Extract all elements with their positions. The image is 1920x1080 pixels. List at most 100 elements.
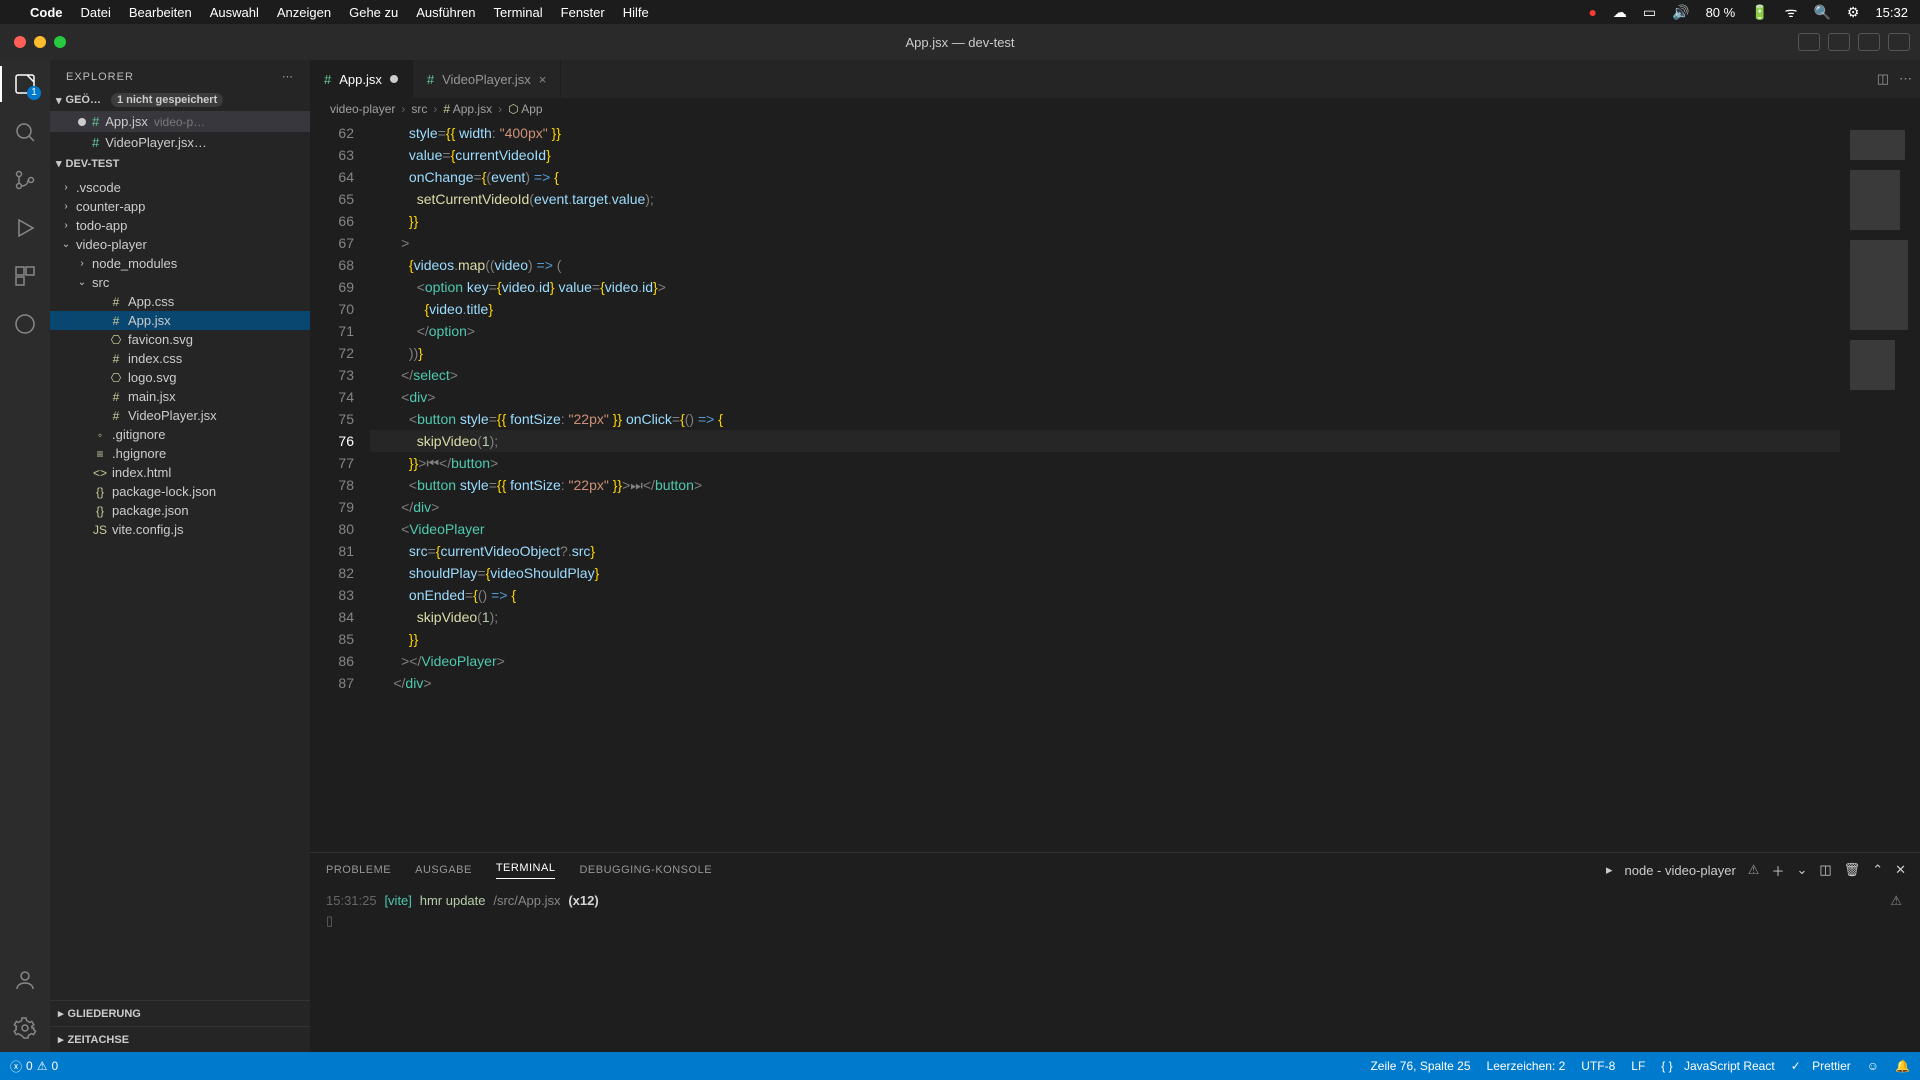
battery-icon[interactable]: 🔋 [1751, 4, 1768, 21]
menu-terminal[interactable]: Terminal [494, 5, 543, 20]
menu-gehezu[interactable]: Gehe zu [349, 5, 398, 20]
braces-icon: { } [1661, 1059, 1672, 1073]
kill-terminal-icon[interactable]: 🗑 [1844, 862, 1861, 878]
status-cursor[interactable]: Zeile 76, Spalte 25 [1370, 1059, 1470, 1073]
file-item[interactable]: #App.css [50, 292, 310, 311]
clock[interactable]: 15:32 [1875, 5, 1908, 20]
status-feedback-icon[interactable]: ☺ [1867, 1059, 1879, 1073]
open-editors-label: GEÖ… [66, 94, 101, 106]
cloud-icon[interactable]: ☁ [1613, 4, 1627, 21]
spotlight-icon[interactable]: 🔍 [1813, 4, 1830, 21]
terminal-body[interactable]: 15:31:25 [vite] hmr update /src/App.jsx … [310, 887, 1920, 1052]
status-eol[interactable]: LF [1631, 1059, 1645, 1073]
display-icon[interactable]: ▭ [1643, 4, 1656, 21]
activity-scm-icon[interactable] [11, 166, 39, 194]
folder-item[interactable]: ›counter-app [50, 197, 310, 216]
split-editor-icon[interactable]: ◫ [1877, 71, 1889, 87]
workspace-section[interactable]: ▾ DEV-TEST [50, 153, 310, 174]
folder-item[interactable]: ›node_modules [50, 254, 310, 273]
terminal-warning-icon[interactable]: ⚠ [1748, 862, 1760, 878]
outline-section[interactable]: ▸GLIEDERUNG [50, 1000, 310, 1026]
status-prettier[interactable]: ✓ Prettier [1791, 1059, 1851, 1073]
file-item[interactable]: ⎔logo.svg [50, 368, 310, 387]
breadcrumb-item[interactable]: # App.jsx [443, 102, 492, 116]
code-area[interactable]: style={{ width: "400px" }} value={curren… [370, 120, 1840, 852]
app-menu[interactable]: Code [30, 5, 63, 20]
wifi-icon[interactable]: ᯤ [1785, 3, 1798, 22]
file-item[interactable]: <>index.html [50, 463, 310, 482]
close-window-button[interactable] [14, 36, 26, 48]
status-errors[interactable]: ⓧ0⚠0 [10, 1058, 58, 1075]
layout-panel-icon[interactable] [1828, 33, 1850, 51]
file-item[interactable]: JSvite.config.js [50, 520, 310, 539]
file-item[interactable]: {}package.json [50, 501, 310, 520]
menu-fenster[interactable]: Fenster [561, 5, 605, 20]
panel-tab[interactable]: DEBUGGING-KONSOLE [579, 864, 712, 876]
file-item[interactable]: {}package-lock.json [50, 482, 310, 501]
layout-sidebar-right-icon[interactable] [1858, 33, 1880, 51]
close-tab-icon[interactable]: × [539, 72, 547, 87]
timeline-section[interactable]: ▸ZEITACHSE [50, 1026, 310, 1052]
sidebar-more-icon[interactable]: ⋯ [282, 70, 294, 83]
breadcrumb-item[interactable]: src [411, 102, 427, 116]
folder-item[interactable]: ⌄src [50, 273, 310, 292]
folder-item[interactable]: ›todo-app [50, 216, 310, 235]
activity-settings-icon[interactable] [11, 1014, 39, 1042]
menu-auswahl[interactable]: Auswahl [210, 5, 259, 20]
activity-account-icon[interactable] [11, 966, 39, 994]
file-item[interactable]: ◦.gitignore [50, 425, 310, 444]
menu-ausfuehren[interactable]: Ausführen [416, 5, 475, 20]
layout-customize-icon[interactable] [1888, 33, 1910, 51]
status-encoding[interactable]: UTF-8 [1581, 1059, 1615, 1073]
editor[interactable]: 6263646566676869707172737475767778798081… [310, 120, 1920, 852]
terminal-dropdown-icon[interactable]: ⌄ [1796, 862, 1807, 878]
layout-sidebar-left-icon[interactable] [1798, 33, 1820, 51]
file-item[interactable]: #index.css [50, 349, 310, 368]
status-bell-icon[interactable]: 🔔 [1895, 1059, 1910, 1073]
activity-debug-icon[interactable] [11, 214, 39, 242]
file-item[interactable]: ⎔favicon.svg [50, 330, 310, 349]
editor-tab[interactable]: #VideoPlayer.jsx× [413, 60, 561, 98]
terminal-inline-warning-icon[interactable]: ⚠ [1890, 893, 1902, 909]
file-tree[interactable]: ›.vscode›counter-app›todo-app⌄video-play… [50, 174, 310, 1000]
terminal-process-icon[interactable]: ▸ [1606, 862, 1613, 878]
status-spaces[interactable]: Leerzeichen: 2 [1487, 1059, 1566, 1073]
split-terminal-icon[interactable]: ◫ [1819, 862, 1831, 878]
activity-explorer-icon[interactable]: 1 [11, 70, 39, 98]
editor-more-icon[interactable]: ⋯ [1899, 71, 1912, 87]
minimize-window-button[interactable] [34, 36, 46, 48]
status-language[interactable]: { } JavaScript React [1661, 1059, 1774, 1073]
file-item[interactable]: #main.jsx [50, 387, 310, 406]
folder-item[interactable]: ›.vscode [50, 178, 310, 197]
menu-bearbeiten[interactable]: Bearbeiten [129, 5, 192, 20]
activity-search-icon[interactable] [11, 118, 39, 146]
panel-tab[interactable]: AUSGABE [415, 864, 472, 876]
open-editor-item[interactable]: #VideoPlayer.jsx… [50, 132, 310, 153]
open-editor-item[interactable]: #App.jsxvideo-p… [50, 111, 310, 132]
activity-remote-icon[interactable] [11, 310, 39, 338]
close-panel-icon[interactable]: ✕ [1895, 862, 1906, 878]
activity-extensions-icon[interactable] [11, 262, 39, 290]
menu-hilfe[interactable]: Hilfe [623, 5, 649, 20]
maximize-window-button[interactable] [54, 36, 66, 48]
file-item[interactable]: #VideoPlayer.jsx [50, 406, 310, 425]
panel-tab[interactable]: TERMINAL [496, 862, 556, 879]
menu-anzeigen[interactable]: Anzeigen [277, 5, 331, 20]
folder-item[interactable]: ⌄video-player [50, 235, 310, 254]
new-terminal-icon[interactable]: ＋ [1771, 861, 1784, 880]
minimap[interactable] [1840, 120, 1920, 852]
panel-tab[interactable]: PROBLEME [326, 864, 391, 876]
file-item[interactable]: ≡.hgignore [50, 444, 310, 463]
terminal-process-name[interactable]: node - video-player [1625, 863, 1736, 878]
menu-datei[interactable]: Datei [81, 5, 111, 20]
record-indicator-icon[interactable]: ● [1588, 4, 1596, 20]
control-center-icon[interactable]: ⚙ [1847, 4, 1860, 21]
breadcrumb[interactable]: video-player›src›# App.jsx›⬡ App [310, 98, 1920, 120]
file-item[interactable]: #App.jsx [50, 311, 310, 330]
volume-icon[interactable]: 🔊 [1672, 4, 1689, 21]
open-editors-section[interactable]: ▾ GEÖ… 1 nicht gespeichert [50, 89, 310, 111]
maximize-panel-icon[interactable]: ⌃ [1872, 862, 1883, 878]
editor-tab[interactable]: #App.jsx [310, 60, 413, 98]
breadcrumb-item[interactable]: video-player [330, 102, 395, 116]
breadcrumb-item[interactable]: ⬡ App [508, 102, 543, 116]
